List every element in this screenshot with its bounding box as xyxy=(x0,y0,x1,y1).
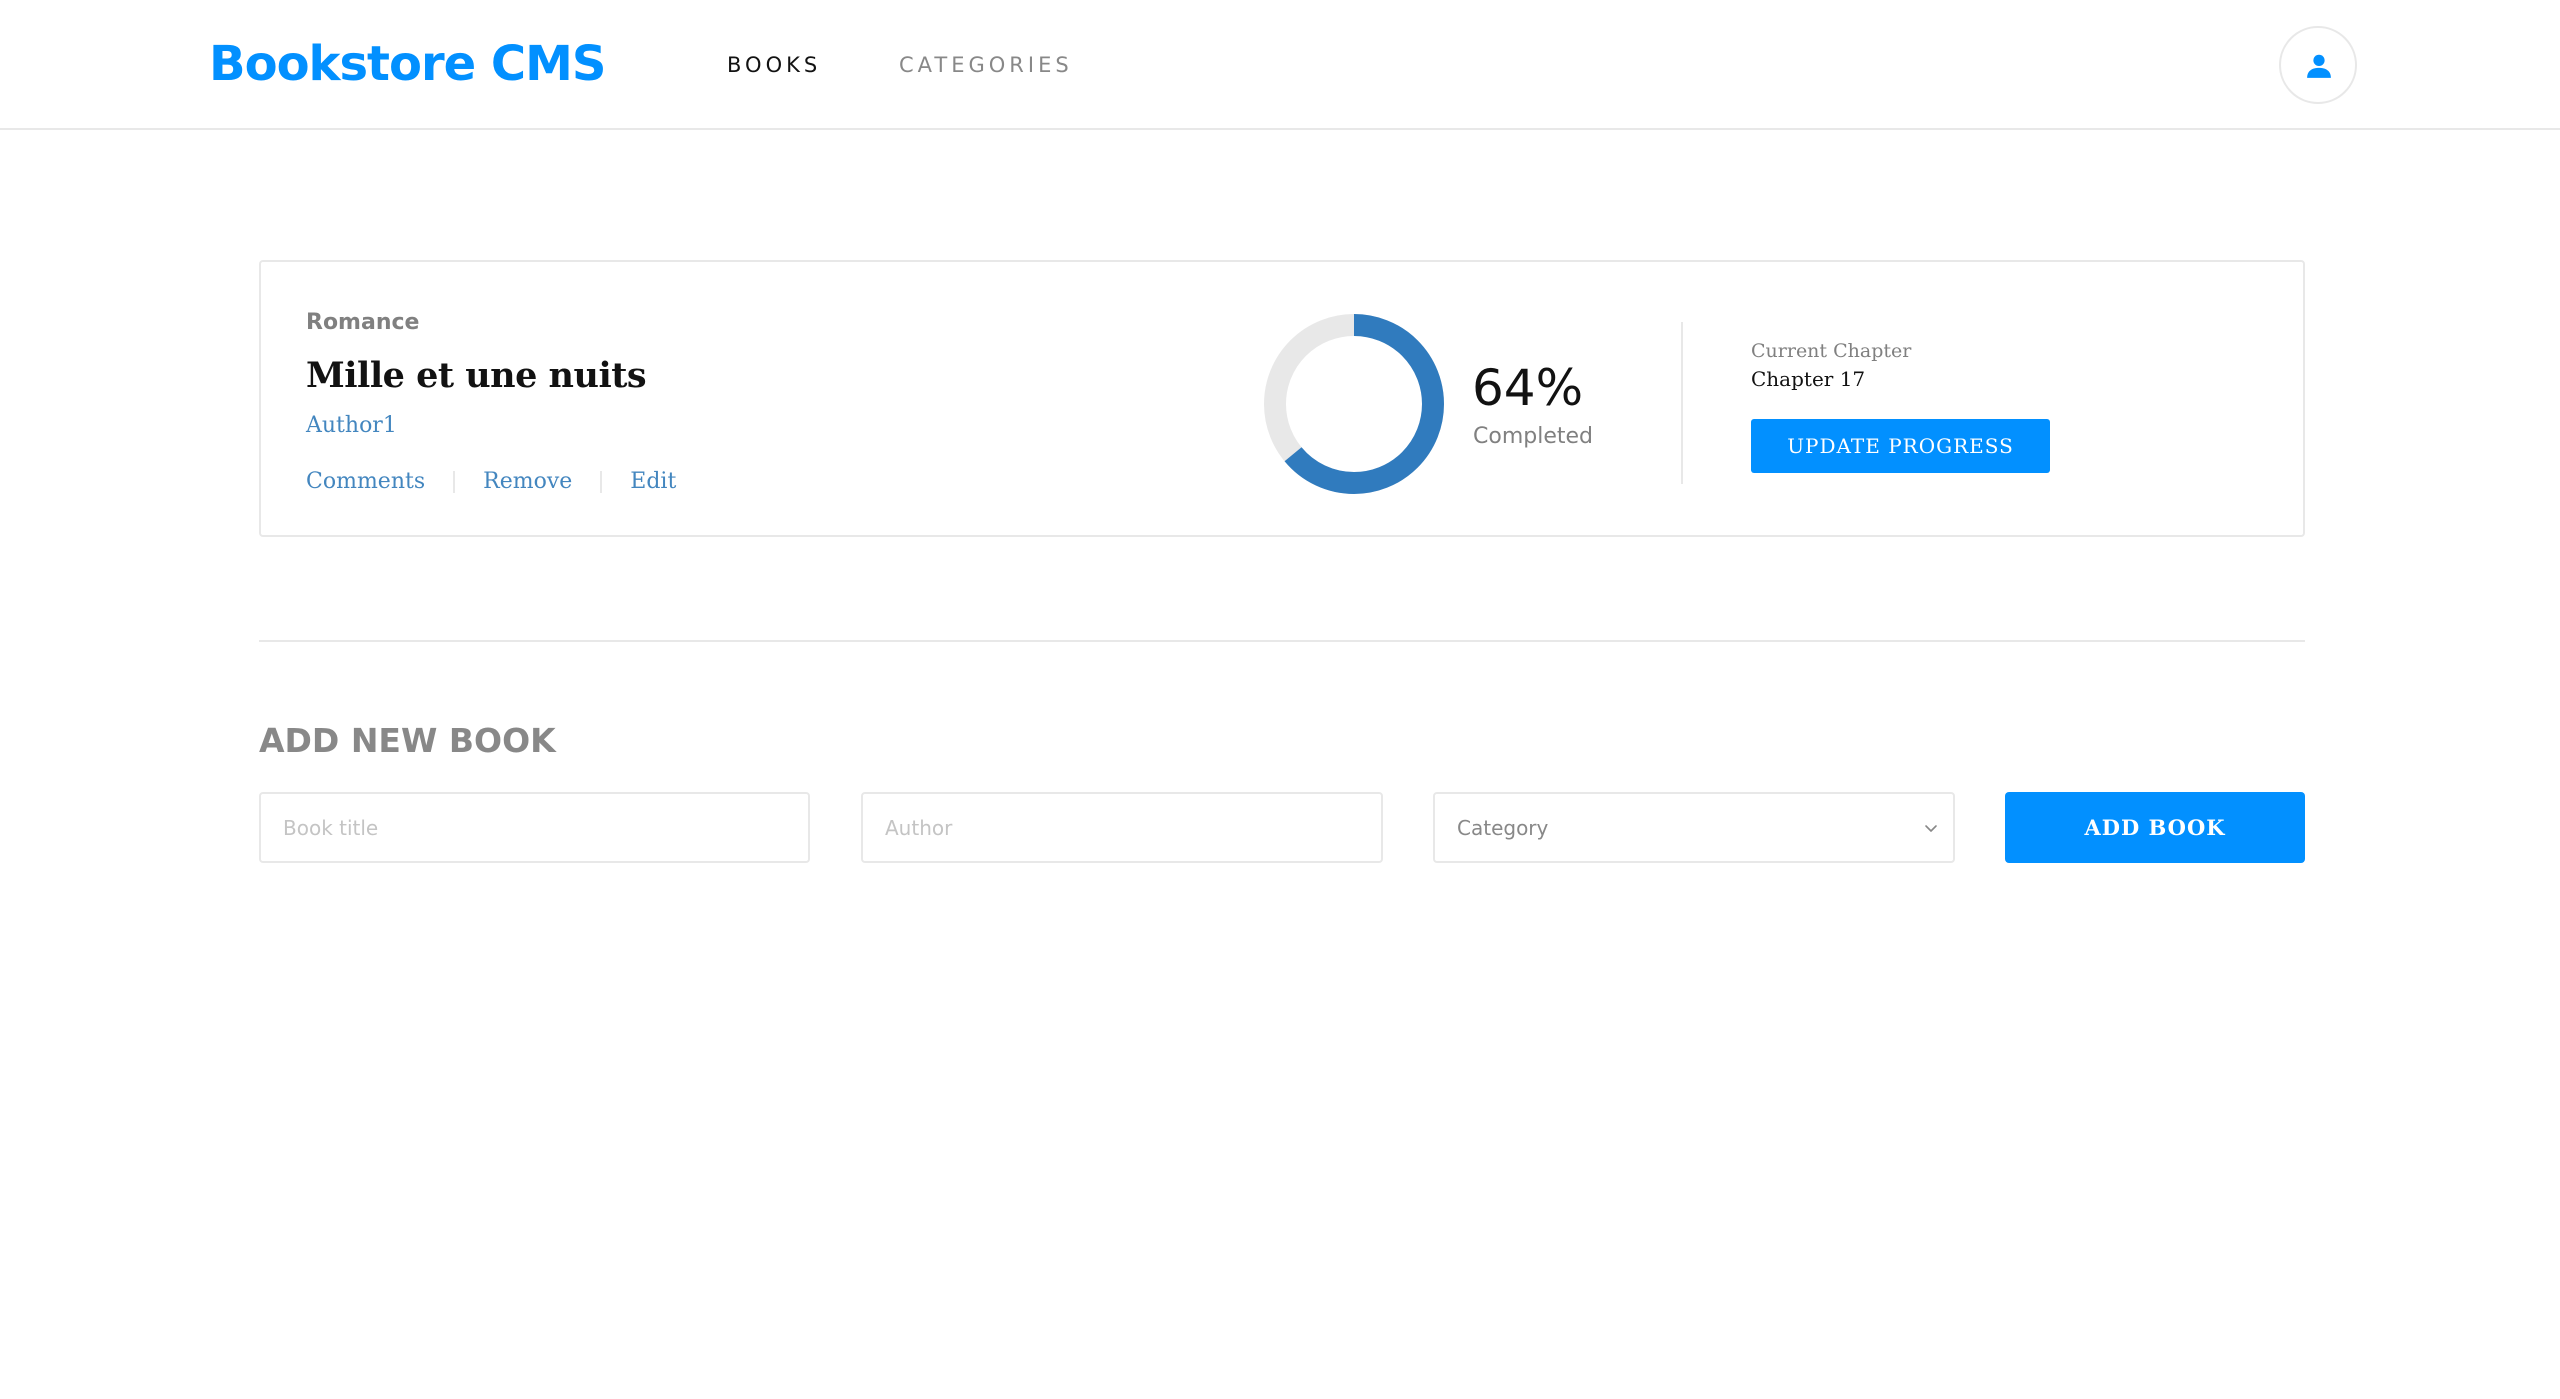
author-input[interactable] xyxy=(861,792,1383,863)
category-select[interactable]: Category xyxy=(1433,792,1955,863)
edit-button[interactable]: Edit xyxy=(630,466,676,498)
add-book-heading: ADD NEW BOOK xyxy=(259,721,556,760)
category-select-value: Category xyxy=(1457,815,1549,840)
book-category: Romance xyxy=(306,310,420,335)
current-chapter-label: Current Chapter xyxy=(1751,340,1912,362)
progress-label: Completed xyxy=(1473,424,1593,449)
progress-percent: 64% xyxy=(1472,359,1584,417)
book-actions: Comments Remove Edit xyxy=(306,466,676,498)
comments-button[interactable]: Comments xyxy=(306,466,425,498)
remove-button[interactable]: Remove xyxy=(483,466,572,498)
nav-categories[interactable]: CATEGORIES xyxy=(899,50,1073,80)
update-progress-button[interactable]: UPDATE PROGRESS xyxy=(1751,419,2050,473)
book-card: Romance Mille et une nuits Author1 Comme… xyxy=(259,260,2305,537)
action-divider xyxy=(453,471,456,493)
section-divider xyxy=(259,640,2305,642)
user-profile-button[interactable] xyxy=(2279,26,2357,104)
user-icon xyxy=(2307,54,2331,78)
book-title: Mille et une nuits xyxy=(306,355,647,396)
card-divider xyxy=(1681,322,1683,484)
add-book-button[interactable]: ADD BOOK xyxy=(2005,792,2305,863)
app-logo[interactable]: Bookstore CMS xyxy=(209,32,606,96)
action-divider xyxy=(600,471,603,493)
book-author: Author1 xyxy=(306,413,397,438)
progress-ring xyxy=(1264,314,1444,494)
current-chapter-value: Chapter 17 xyxy=(1751,367,1866,391)
book-title-input[interactable] xyxy=(259,792,810,863)
top-navbar: Bookstore CMS BOOKS CATEGORIES xyxy=(0,0,2560,130)
nav-books[interactable]: BOOKS xyxy=(727,50,821,80)
chevron-down-icon xyxy=(1925,825,1937,832)
